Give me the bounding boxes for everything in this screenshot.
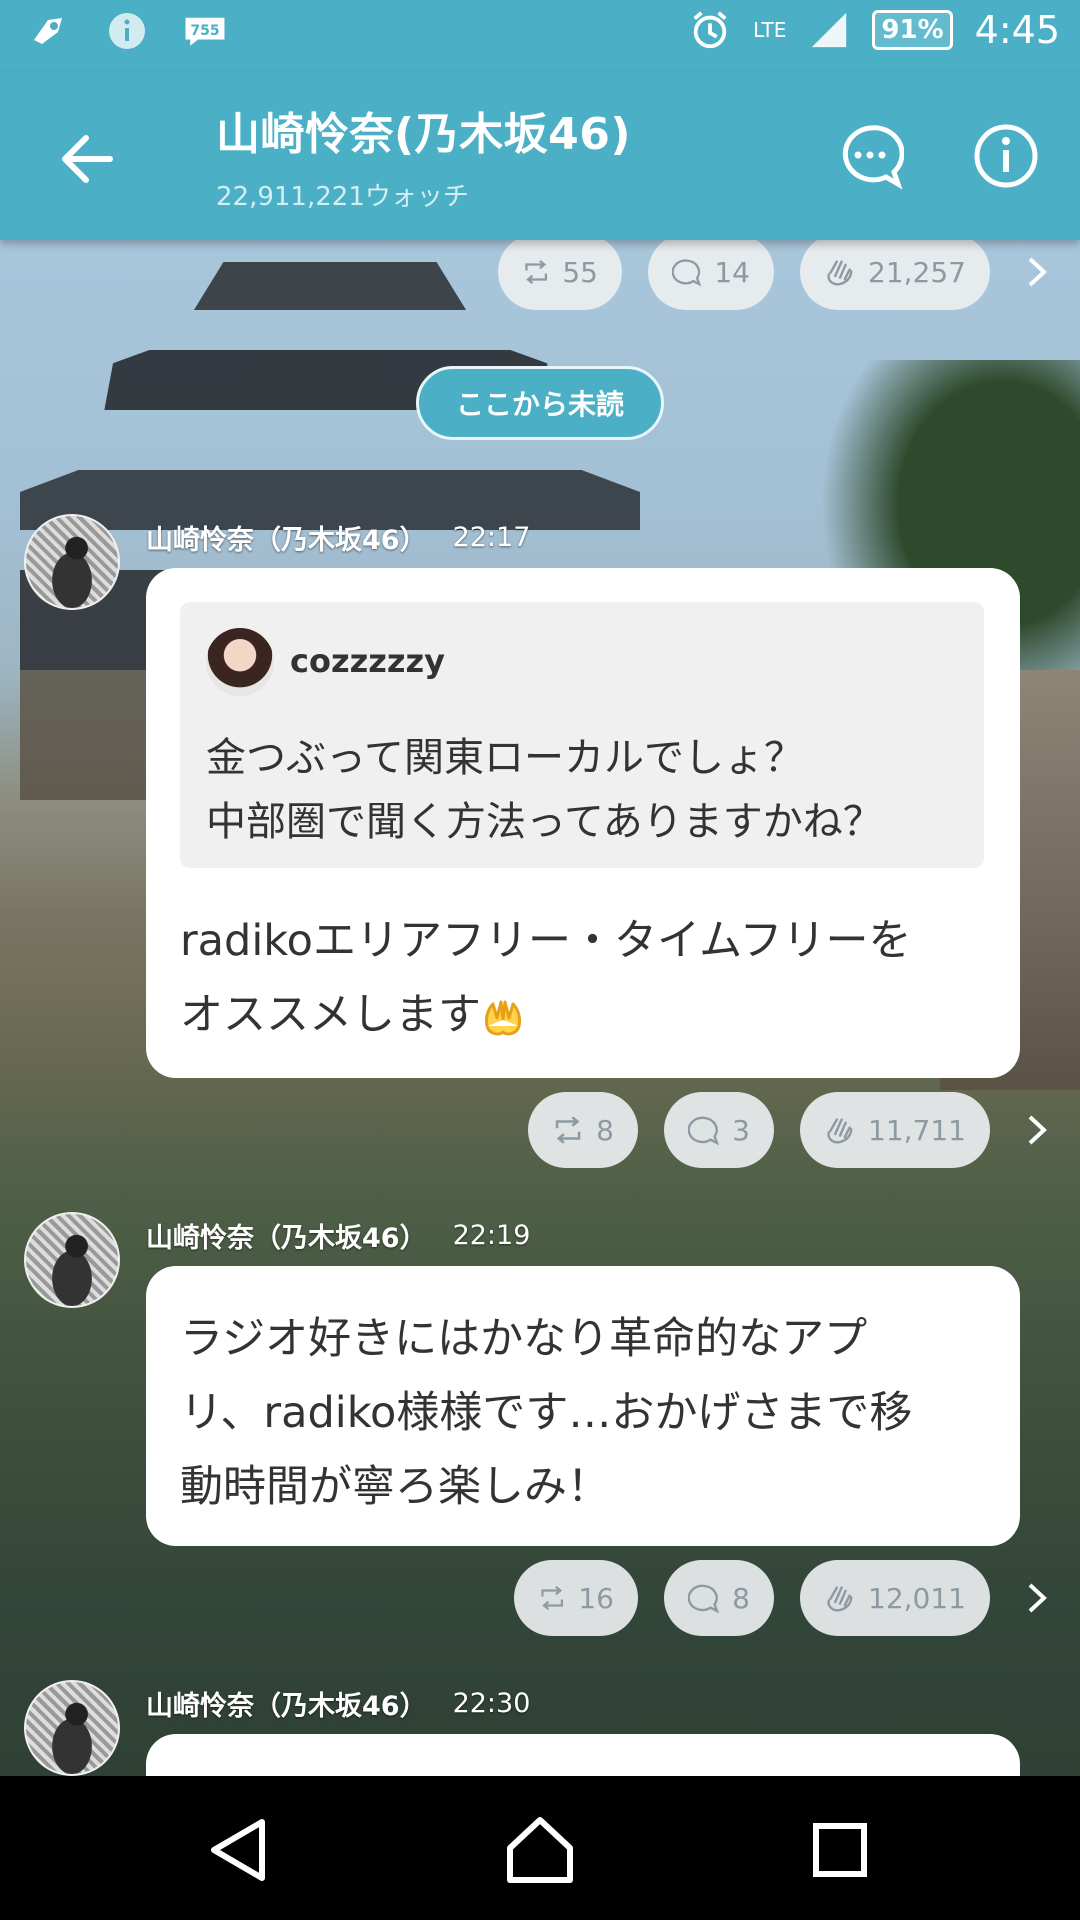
quoted-text-line: 中部圏で聞く方法ってありますかね？ (206, 799, 883, 845)
repost-button[interactable]: 55 (498, 240, 622, 310)
message-time: 22:30 (452, 1688, 531, 1719)
avatar[interactable] (24, 1680, 120, 1776)
clap-count: 11,711 (868, 1113, 966, 1147)
system-navigation-bar (0, 1776, 1080, 1920)
network-type: LTE (753, 18, 787, 42)
message-header: 山崎怜奈（乃木坂46） 22:19 (146, 1216, 530, 1255)
app-notification-icon (28, 10, 70, 52)
author-name: 山崎怜奈（乃木坂46） (146, 1223, 427, 1254)
clap-button[interactable]: 12,011 (800, 1560, 990, 1636)
watch-count: 22,911,221ウォッチ (216, 182, 469, 212)
author-name: 山崎怜奈（乃木坂46） (146, 525, 427, 556)
info-notification-icon (106, 10, 148, 52)
repost-button[interactable]: 16 (514, 1560, 638, 1636)
message-bubble[interactable]: ラジオ好きにはかなり革命的なアプ リ、radiko様様です…おかげさまで移 動時… (146, 1266, 1020, 1546)
clap-icon (827, 1118, 853, 1144)
clap-icon (827, 260, 853, 286)
info-button[interactable] (972, 122, 1040, 190)
svg-text:755: 755 (190, 23, 219, 39)
repost-button[interactable]: 8 (528, 1092, 638, 1168)
arrow-left-icon (62, 135, 113, 183)
clap-count: 12,011 (868, 1581, 966, 1615)
chevron-right-icon[interactable] (1020, 1113, 1054, 1147)
timeline[interactable]: 55 14 21,257 ここから未読 山崎怜奈（乃木坂46） 22:17 co… (0, 240, 1080, 1776)
comment-button[interactable]: 3 (664, 1092, 774, 1168)
755-notification-icon: 755 (184, 10, 226, 52)
clap-count: 21,257 (868, 255, 966, 289)
quoted-username: cozzzzzy (290, 642, 445, 680)
comment-count: 14 (714, 255, 750, 289)
home-icon (507, 1817, 573, 1883)
message-text-line: ラジオ好きにはかなり革命的なアプ (180, 1314, 868, 1364)
message-text: ラジオ好きにはかなり革命的なアプ リ、radiko様様です…おかげさまで移 動時… (180, 1302, 1000, 1524)
back-button[interactable] (52, 124, 122, 194)
repost-count: 8 (596, 1113, 614, 1147)
quoted-text-line: 金つぶって関東ローカルでしょ？ (206, 735, 804, 781)
chat-button[interactable] (836, 122, 905, 190)
message-header: 山崎怜奈（乃木坂46） 22:30 (146, 1684, 530, 1723)
signal-icon (808, 9, 850, 51)
nav-home-button[interactable] (500, 1810, 580, 1890)
reaction-bar: 16 8 12,011 (514, 1560, 1054, 1636)
clap-icon (827, 1586, 853, 1612)
comment-button[interactable]: 14 (648, 240, 774, 310)
comment-icon (688, 1116, 720, 1146)
page-title: 山崎怜奈(乃木坂46) (216, 109, 631, 160)
comment-button[interactable]: 8 (664, 1560, 774, 1636)
chevron-right-icon[interactable] (1020, 1581, 1054, 1615)
unread-marker: ここから未読 (416, 366, 664, 440)
status-bar: 755 LTE 91% 4:45 (0, 0, 1080, 72)
message-time: 22:17 (452, 522, 531, 553)
avatar[interactable] (24, 1212, 120, 1308)
message-text-line: オススメします (180, 990, 481, 1040)
chat-bubble-icon (842, 125, 905, 190)
nav-back-button[interactable] (200, 1810, 280, 1890)
reaction-bar: 8 3 11,711 (528, 1092, 1054, 1168)
message-header: 山崎怜奈（乃木坂46） 22:17 (146, 518, 530, 557)
app-bar: 山崎怜奈(乃木坂46) 22,911,221ウォッチ (0, 72, 1080, 240)
message-bubble[interactable] (146, 1734, 1020, 1776)
repost-count: 16 (578, 1581, 614, 1615)
comment-icon (688, 1584, 720, 1614)
clap-button[interactable]: 11,711 (800, 1092, 990, 1168)
quoted-text: 金つぶって関東ローカルでしょ？ 中部圏で聞く方法ってありますかね？ (206, 726, 883, 854)
reaction-bar-previous: 55 14 21,257 (498, 240, 1054, 310)
comment-count: 8 (732, 1581, 750, 1615)
square-recents-icon (813, 1823, 867, 1877)
alarm-icon (689, 9, 731, 51)
quoted-user-avatar (206, 628, 274, 696)
quoted-comment[interactable]: cozzzzzy 金つぶって関東ローカルでしょ？ 中部圏で聞く方法ってありますか… (180, 602, 984, 868)
message-time: 22:19 (452, 1220, 531, 1251)
nav-recents-button[interactable] (800, 1810, 880, 1890)
chevron-right-icon[interactable] (1020, 255, 1054, 289)
message-text-line: radikoエリアフリー・タイムフリーを (180, 916, 912, 966)
repost-count: 55 (562, 255, 598, 289)
clock: 4:45 (974, 8, 1060, 52)
message-text: radikoエリアフリー・タイムフリーを オススメします (180, 904, 1000, 1052)
author-name: 山崎怜奈（乃木坂46） (146, 1691, 427, 1722)
raised-hands-emoji-icon (485, 1000, 521, 1035)
repost-icon (555, 1116, 581, 1144)
message-text-line: リ、radiko様様です…おかげさまで移 (180, 1388, 913, 1438)
message-text-line: 動時間が寧ろ楽しみ！ (180, 1462, 610, 1512)
comment-count: 3 (732, 1113, 750, 1147)
repost-icon (525, 259, 548, 285)
info-icon (974, 124, 1038, 188)
comment-icon (672, 259, 702, 287)
clap-button[interactable]: 21,257 (800, 240, 990, 310)
repost-icon (541, 1585, 564, 1611)
battery-indicator: 91% (872, 10, 953, 50)
avatar[interactable] (24, 514, 120, 610)
triangle-back-icon (211, 1819, 265, 1881)
